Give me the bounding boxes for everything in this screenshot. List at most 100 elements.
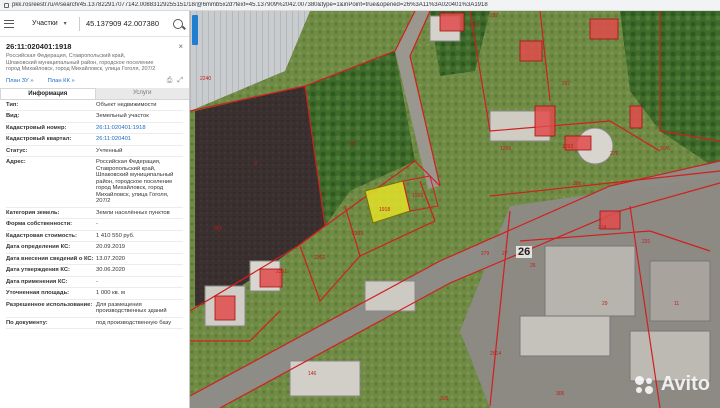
info-key: Тип: — [6, 101, 19, 108]
info-row: По документу: под производственную базу — [6, 318, 183, 329]
info-value: Учтенный — [96, 147, 123, 154]
parcel-label[interactable]: 146 — [308, 371, 316, 377]
plan-kk-link[interactable]: План КК » — [48, 78, 75, 84]
parcel-label[interactable]: 26 — [530, 263, 536, 269]
parcel-label[interactable]: 2361 — [276, 269, 287, 275]
info-key: Дата применения КС: — [6, 278, 68, 285]
parcel-label[interactable]: 29 — [602, 301, 608, 307]
info-value: 30.06.2020 — [96, 267, 126, 273]
info-key: Дата внесения сведений о КС: — [6, 255, 94, 262]
satellite-map[interactable] — [190, 11, 720, 408]
info-row: Категория земель: Земли населённых пункто… — [6, 208, 183, 219]
parcel-label[interactable]: 11 — [674, 301, 679, 307]
parcel-label[interactable]: 279 — [481, 251, 489, 257]
parcel-label[interactable]: 296 — [573, 181, 581, 187]
parcel-label[interactable]: 272 — [610, 151, 618, 157]
info-key: Дата определения КС: — [6, 244, 71, 250]
info-key: Адрес: — [6, 159, 26, 165]
parcel-title: 26:11:020401:1918 — [6, 42, 72, 51]
info-row: Дата утверждения КС: 30.06.2020 — [6, 265, 183, 277]
info-key: Форма собственности: — [6, 221, 73, 227]
url-text[interactable]: pkk.rosreestr.ru/#/search/45.13782291707… — [12, 2, 712, 8]
info-row: Дата внесения сведений о КС: 13.07.2020 — [6, 254, 183, 265]
search-type-label: Участки — [32, 20, 58, 27]
info-key: Вид: — [6, 113, 20, 119]
plan-links: План ЗУ » План КК » ⎙ ⤢ — [0, 76, 189, 86]
info-panel: Участки ▾ 45.137909 42.007380 26:11:0204… — [0, 11, 190, 408]
info-row: Дата определения КС: 20.09.2019 — [6, 242, 183, 254]
info-value: 1 410 550 руб. — [96, 232, 135, 239]
browser-address-bar[interactable]: pkk.rosreestr.ru/#/search/45.13782291707… — [0, 0, 720, 11]
info-value: 20.09.2019 — [96, 244, 126, 250]
info-value-link[interactable]: 26:11:020401 — [96, 134, 183, 145]
info-row: Кадастровый квартал: 26:11:020401 — [6, 134, 183, 146]
info-row: Статус: Учтенный — [6, 146, 183, 157]
info-key: По документу: — [6, 319, 48, 326]
parcel-label[interactable]: 1256 — [500, 146, 511, 152]
info-row: Кадастровая стоимость: 1 410 550 руб. — [6, 231, 183, 242]
parcel-label[interactable]: 1751 — [468, 23, 479, 29]
parcel-label[interactable]: 1918 — [379, 207, 390, 213]
info-key: Дата утверждения КС: — [6, 267, 70, 273]
info-key: Статус: — [6, 147, 28, 154]
parcel-label[interactable]: 9 — [254, 161, 257, 167]
parcel-label[interactable]: 1910 — [412, 193, 423, 199]
info-value: 13.07.2020 — [96, 255, 126, 262]
print-icon[interactable]: ⎙ — [167, 77, 173, 85]
lock-icon — [4, 2, 9, 8]
cadastral-map[interactable]: 1918 1910 2363 2362 2361 56 26 27 29 279 1751 272 27… — [190, 11, 720, 408]
info-row: Кадастровый номер: 26:11:020401:1918 — [6, 123, 183, 134]
info-row: Уточненная площадь: 1 000 кв. м — [6, 288, 183, 300]
parcel-label[interactable]: 1293 — [562, 144, 573, 150]
parcel-address: Российская Федерация, Ставропольский кра… — [6, 53, 156, 72]
parcel-label[interactable]: 274 — [598, 225, 606, 231]
parcel-label[interactable]: 2362 — [314, 255, 325, 261]
info-value: Земельный участок — [96, 113, 149, 119]
info-value-link[interactable]: 26:11:020401:1918 — [96, 123, 183, 134]
parcel-label[interactable]: 305 — [440, 396, 448, 402]
tabs: Информация Услуги — [0, 87, 189, 100]
info-key: Кадастровый номер: — [6, 124, 67, 131]
info-key: Кадастровый квартал: — [6, 136, 72, 142]
chevron-down-icon: ▾ — [63, 21, 67, 27]
info-row: Форма собственности: - — [6, 219, 183, 231]
search-icon[interactable] — [173, 18, 183, 29]
info-row: Дата применения КС: - — [6, 277, 183, 288]
info-value: - — [96, 278, 98, 285]
parcel-label[interactable]: 2363 — [352, 231, 363, 237]
parcel-label[interactable]: 951 — [214, 226, 222, 232]
share-icon[interactable]: ⤢ — [177, 77, 183, 85]
plan-zu-link[interactable]: План ЗУ » — [6, 78, 34, 84]
parcel-label[interactable]: 306 — [556, 391, 564, 397]
info-key: Разрешенное использование: — [6, 301, 93, 308]
info-row: Адрес: Российская Федерация, Ставропольск… — [6, 157, 183, 208]
parcel-label[interactable]: 20/6 — [660, 146, 670, 152]
info-key: Кадастровая стоимость: — [6, 232, 77, 239]
tab-information[interactable]: Информация — [0, 87, 96, 99]
parcel-label[interactable]: 231 — [642, 239, 650, 245]
parcel-label[interactable]: 27 — [502, 251, 508, 257]
search-type-dropdown[interactable]: Участки ▾ — [18, 16, 80, 31]
avito-logo-icon — [634, 375, 657, 394]
info-table: Тип: Объект недвижимости Вид: Земельный уча… — [0, 100, 189, 329]
search-input[interactable]: 45.137909 42.007380 — [80, 19, 173, 28]
avito-watermark: Avito — [634, 373, 710, 396]
info-row: Разрешенное использование: Для размещения… — [6, 300, 183, 318]
parcel-header: 26:11:020401:1918 Российская Федерация, … — [0, 37, 189, 76]
parcel-label[interactable]: 237 — [562, 81, 570, 87]
info-value: 1 000 кв. м — [96, 290, 125, 296]
parcel-label[interactable]: 287 — [490, 13, 498, 19]
close-icon[interactable]: × — [178, 42, 183, 51]
search-bar: Участки ▾ 45.137909 42.007380 — [0, 11, 189, 37]
parcel-label[interactable]: 2514 — [490, 351, 501, 357]
parcel-label[interactable]: 2240 — [200, 76, 211, 82]
tab-services[interactable]: Услуги — [95, 87, 189, 99]
info-key: Уточненная площадь: — [6, 290, 70, 296]
info-value: Объект недвижимости — [96, 101, 157, 108]
avito-text: Avito — [660, 373, 710, 395]
menu-icon[interactable] — [4, 19, 14, 28]
info-value: под производственную базу — [96, 319, 172, 326]
info-value: Российская Федерация, Ставропольский кра… — [96, 159, 174, 204]
parcel-label[interactable]: 56 — [350, 141, 356, 147]
zoom-control[interactable] — [192, 15, 198, 45]
